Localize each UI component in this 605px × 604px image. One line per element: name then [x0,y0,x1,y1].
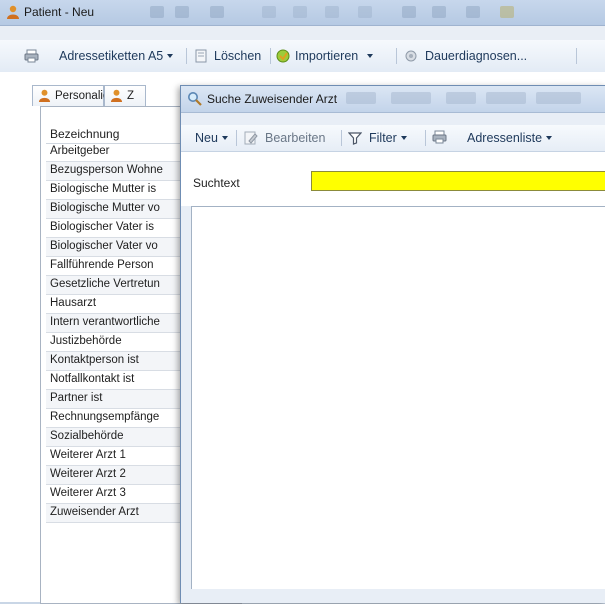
blurred-icon [262,6,276,18]
chevron-down-icon [167,54,174,58]
search-dialog-toolbar: Neu Bearbeiten Filter Adressenliste [181,125,605,152]
person-icon [7,5,19,19]
filter-icon [348,132,362,145]
diagnosis-icon [405,50,417,62]
filter-button[interactable]: Filter [369,131,407,145]
toolbar-divider [236,130,237,146]
chevron-down-icon [221,136,228,140]
patient-window-titlebar[interactable]: Patient - Neu [0,0,605,26]
blurred-icon [293,6,307,18]
blurred-icon [402,6,416,18]
blurred-icon [466,6,480,18]
blurred-icon [391,92,431,104]
search-dialog-titlebar[interactable]: Suche Zuweisender Arzt [181,86,605,113]
delete-document-icon [195,49,207,63]
blurred-icon [150,6,164,18]
person-icon [38,89,51,103]
blurred-icon [446,92,476,104]
tab-label: Z [127,90,135,102]
patient-toolbar: Adressetiketten A5 Löschen Importieren D… [0,40,605,105]
search-input[interactable] [311,171,605,191]
toolbar-divider [186,48,187,64]
patient-window-title: Patient - Neu [24,5,95,19]
toolbar-divider [576,48,577,64]
permanent-diagnoses-button[interactable]: Dauerdiagnosen... [425,49,527,63]
toolbar-divider [396,48,397,64]
dialog-bottom-bar [181,589,605,602]
blurred-icon [346,92,376,104]
blurred-icon [536,92,581,104]
chevron-down-icon [546,136,553,140]
edit-icon [244,131,258,145]
results-list[interactable] [191,206,605,590]
blurred-icon [175,6,189,18]
blurred-icon [500,6,514,18]
person-icon [110,89,123,103]
tab-second[interactable]: Z [104,85,146,106]
search-label: Suchtext [193,176,240,190]
edit-button[interactable]: Bearbeiten [265,131,325,145]
blurred-icon [210,6,224,18]
blurred-icon [325,6,339,18]
address-labels-button[interactable]: Adressetiketten A5 [59,49,174,63]
import-icon [276,49,290,63]
toolbar-divider [341,130,342,146]
address-list-button[interactable]: Adressenliste [467,131,553,145]
blurred-icon [486,92,526,104]
printer-icon [24,49,39,63]
magnifier-icon [188,92,202,106]
blurred-icon [432,6,446,18]
chevron-down-icon [400,136,407,140]
toolbar-divider [425,130,426,146]
blurred-icon [358,6,372,18]
printer-icon [432,130,447,144]
tab-personalien[interactable]: Personalien [32,85,116,106]
search-dialog-title: Suche Zuweisender Arzt [207,92,338,106]
delete-button[interactable]: Löschen [214,49,261,63]
chevron-down-icon [367,54,374,58]
import-button[interactable]: Importieren [295,49,374,63]
new-button[interactable]: Neu [195,131,228,145]
toolbar-divider [270,48,271,64]
